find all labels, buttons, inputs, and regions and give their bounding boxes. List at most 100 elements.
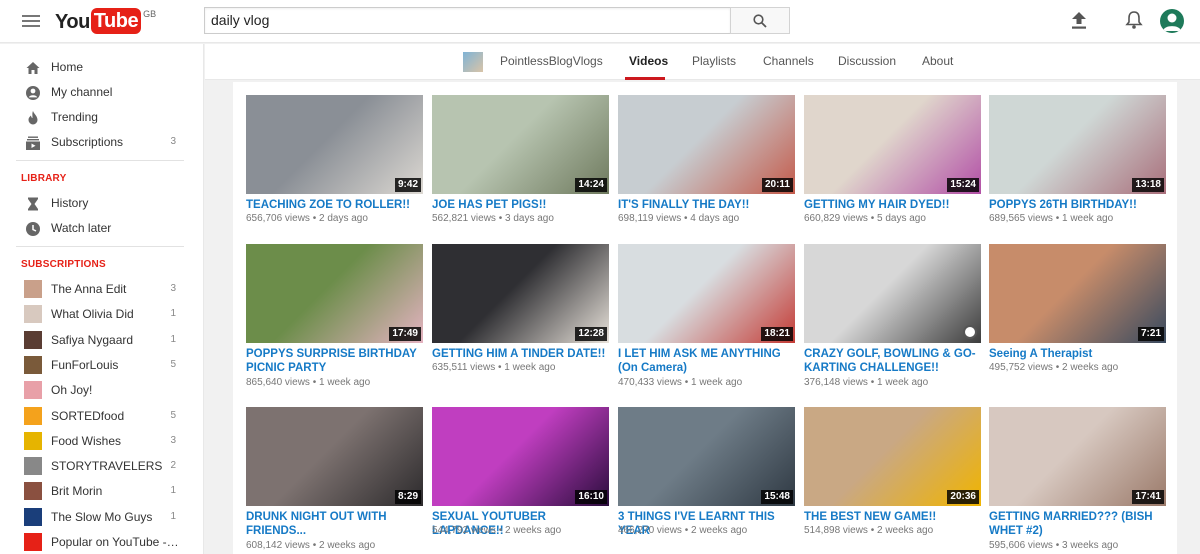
- video-title[interactable]: GETTING MY HAIR DYED!!: [804, 198, 981, 212]
- video-card[interactable]: 15:48 3 THINGS I'VE LEARNT THIS YEAR 466,2…: [618, 407, 795, 552]
- video-meta: 595,606 views • 3 weeks ago: [989, 540, 1118, 551]
- video-card[interactable]: 8:29 DRUNK NIGHT OUT WITH FRIENDS... 608,1…: [246, 407, 423, 552]
- video-card[interactable]: 15:24 GETTING MY HAIR DYED!! 660,829 views…: [804, 95, 981, 240]
- search-input[interactable]: daily vlog: [204, 7, 731, 34]
- tab-discussion[interactable]: Discussion: [838, 54, 896, 68]
- new-video-count: 3: [170, 136, 176, 147]
- video-card[interactable]: 18:21 I LET HIM ASK ME ANYTHING (On Camer…: [618, 244, 795, 389]
- video-title[interactable]: CRAZY GOLF, BOWLING & GO-KARTING CHALLEN…: [804, 347, 981, 375]
- video-card[interactable]: 20:36 THE BEST NEW GAME!! 514,898 views • …: [804, 407, 981, 552]
- video-title[interactable]: GETTING HIM A TINDER DATE!!: [432, 347, 609, 361]
- video-card[interactable]: 9:42 TEACHING ZOE TO ROLLER!! 656,706 view…: [246, 95, 423, 240]
- new-video-count: 1: [170, 308, 176, 320]
- video-title[interactable]: THE BEST NEW GAME!!: [804, 510, 981, 524]
- sidebar-item-watch-later[interactable]: Watch later: [0, 216, 203, 241]
- sidebar-item-subscription[interactable]: SORTEDfood 5: [0, 404, 203, 429]
- video-meta: 635,511 views • 1 week ago: [432, 362, 555, 373]
- sidebar-item-subscription[interactable]: Popular on YouTube - U...: [0, 530, 203, 554]
- sidebar-item-subscription[interactable]: Oh Joy!: [0, 378, 203, 403]
- sidebar-item-home[interactable]: Home: [0, 55, 203, 80]
- sidebar-item-history[interactable]: History: [0, 191, 203, 216]
- video-thumbnail[interactable]: 12:28: [432, 244, 609, 343]
- view-count: 495,752 views: [989, 362, 1053, 373]
- video-title[interactable]: Seeing A Therapist: [989, 347, 1166, 361]
- sidebar-item-my-channel[interactable]: My channel: [0, 80, 203, 105]
- sidebar-item-subscriptions[interactable]: Subscriptions 3: [0, 130, 203, 155]
- person-icon: [1163, 13, 1181, 31]
- view-count: 595,606 views: [989, 540, 1053, 551]
- clock-icon[interactable]: [963, 325, 977, 339]
- sidebar-item-subscription[interactable]: STORYTRAVELERS 2: [0, 454, 203, 479]
- tab-playlists[interactable]: Playlists: [692, 54, 736, 68]
- channel-avatar[interactable]: [463, 52, 483, 72]
- video-thumbnail[interactable]: 8:29: [246, 407, 423, 506]
- sidebar-item-subscription[interactable]: Brit Morin 1: [0, 479, 203, 504]
- tab-channels[interactable]: Channels: [763, 54, 814, 68]
- sidebar-item-subscription[interactable]: Food Wishes 3: [0, 429, 203, 454]
- video-thumbnail[interactable]: [804, 244, 981, 343]
- video-thumbnail[interactable]: 15:24: [804, 95, 981, 194]
- channel-name-link[interactable]: PointlessBlogVlogs: [500, 54, 603, 68]
- video-title[interactable]: JOE HAS PET PIGS!!: [432, 198, 609, 212]
- sidebar-item-subscription[interactable]: The Slow Mo Guys 1: [0, 505, 203, 530]
- sidebar-item-trending[interactable]: Trending: [0, 105, 203, 130]
- video-card[interactable]: 17:49 POPPYS SURPRISE BIRTHDAY PICNIC PAR…: [246, 244, 423, 389]
- avatar[interactable]: [1160, 9, 1184, 33]
- separator-dot: •: [495, 525, 505, 536]
- bell-icon[interactable]: [1125, 10, 1143, 30]
- video-card[interactable]: 17:41 GETTING MARRIED??? (BISH WHET #2) 59…: [989, 407, 1166, 552]
- sidebar-item-subscription[interactable]: Safiya Nygaard 1: [0, 328, 203, 353]
- sidebar-item-subscription[interactable]: The Anna Edit 3: [0, 277, 203, 302]
- view-count: 466,270 views: [618, 525, 682, 536]
- upload-icon[interactable]: [1070, 11, 1088, 31]
- sidebar-item-label: Watch later: [51, 221, 112, 235]
- upload-age: 1 week ago: [691, 377, 743, 388]
- video-title[interactable]: GETTING MARRIED??? (BISH WHET #2): [989, 510, 1166, 538]
- search-button[interactable]: [730, 7, 790, 34]
- tab-about[interactable]: About: [922, 54, 953, 68]
- separator-dot: •: [495, 213, 505, 224]
- view-count: 698,119 views: [618, 213, 682, 224]
- video-thumbnail[interactable]: 18:21: [618, 244, 795, 343]
- library-heading: LIBRARY: [21, 173, 67, 184]
- youtube-logo[interactable]: You Tube GB: [55, 8, 156, 36]
- video-meta: 865,640 views • 1 week ago: [246, 377, 370, 388]
- video-card[interactable]: 12:28 GETTING HIM A TINDER DATE!! 635,511 …: [432, 244, 609, 389]
- channel-thumbnail: [24, 330, 42, 349]
- video-thumbnail[interactable]: 9:42: [246, 95, 423, 194]
- sidebar-item-subscription[interactable]: FunForLouis 5: [0, 353, 203, 378]
- video-thumbnail[interactable]: 16:10: [432, 407, 609, 506]
- video-grid: 9:42 TEACHING ZOE TO ROLLER!! 656,706 view…: [233, 82, 1177, 554]
- channel-thumbnail: [24, 507, 42, 526]
- video-title[interactable]: DRUNK NIGHT OUT WITH FRIENDS...: [246, 510, 423, 538]
- sidebar-item-subscription[interactable]: What Olivia Did 1: [0, 302, 203, 327]
- video-thumbnail[interactable]: 17:49: [246, 244, 423, 343]
- separator-dot: •: [681, 213, 691, 224]
- video-thumbnail[interactable]: 14:24: [432, 95, 609, 194]
- video-title[interactable]: I LET HIM ASK ME ANYTHING (On Camera): [618, 347, 795, 375]
- video-card[interactable]: CRAZY GOLF, BOWLING & GO-KARTING CHALLEN…: [804, 244, 981, 389]
- logo-region: GB: [143, 9, 157, 19]
- video-thumbnail[interactable]: 7:21: [989, 244, 1166, 343]
- sidebar-item-label: Safiya Nygaard: [51, 332, 134, 347]
- video-card[interactable]: 16:10 SEXUAL YOUTUBER LAPDANCE!! 544,792 v…: [432, 407, 609, 552]
- tab-videos[interactable]: Videos: [629, 54, 668, 68]
- video-card[interactable]: 13:18 POPPYS 26TH BIRTHDAY!! 689,565 views…: [989, 95, 1166, 240]
- sidebar-item-label: Subscriptions: [51, 135, 124, 149]
- video-card[interactable]: 7:21 Seeing A Therapist 495,752 views • 2 …: [989, 244, 1166, 389]
- channel-thumbnail: [24, 406, 42, 425]
- video-duration: 14:24: [575, 178, 607, 192]
- video-card[interactable]: 14:24 JOE HAS PET PIGS!! 562,821 views • 3…: [432, 95, 609, 240]
- video-thumbnail[interactable]: 13:18: [989, 95, 1166, 194]
- video-thumbnail[interactable]: 17:41: [989, 407, 1166, 506]
- video-thumbnail[interactable]: 15:48: [618, 407, 795, 506]
- menu-icon[interactable]: [22, 12, 40, 30]
- video-thumbnail[interactable]: 20:11: [618, 95, 795, 194]
- video-title[interactable]: IT'S FINALLY THE DAY!!: [618, 198, 795, 212]
- video-thumbnail[interactable]: 20:36: [804, 407, 981, 506]
- video-title[interactable]: POPPYS 26TH BIRTHDAY!!: [989, 198, 1166, 212]
- video-duration: 7:21: [1137, 327, 1164, 341]
- video-title[interactable]: TEACHING ZOE TO ROLLER!!: [246, 198, 423, 212]
- video-title[interactable]: POPPYS SURPRISE BIRTHDAY PICNIC PARTY: [246, 347, 423, 375]
- video-card[interactable]: 20:11 IT'S FINALLY THE DAY!! 698,119 views…: [618, 95, 795, 240]
